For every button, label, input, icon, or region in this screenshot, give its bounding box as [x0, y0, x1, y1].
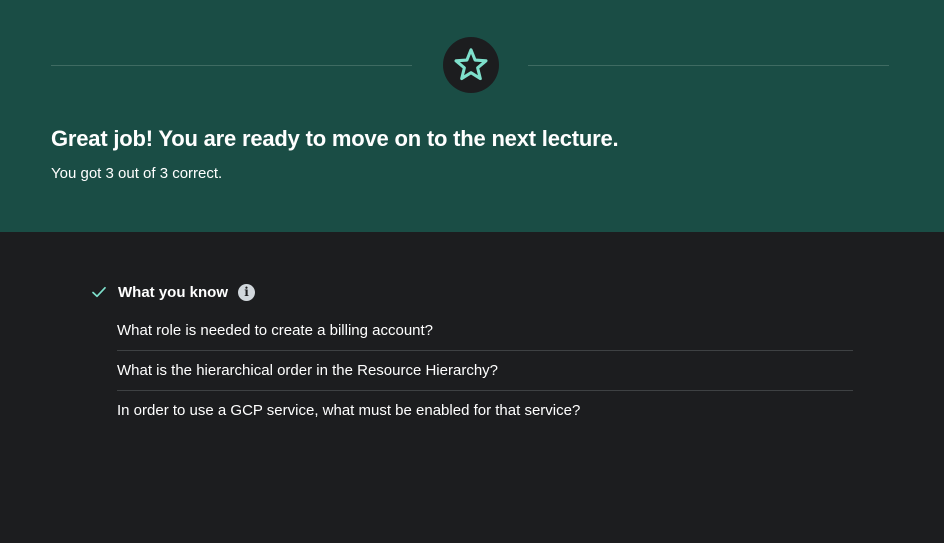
star-badge [443, 37, 499, 93]
check-icon [92, 286, 106, 298]
result-banner: Great job! You are ready to move on to t… [0, 0, 944, 232]
info-icon[interactable]: i [238, 283, 255, 301]
divider-left [51, 65, 412, 66]
star-icon [454, 48, 488, 81]
question-item: In order to use a GCP service, what must… [117, 402, 581, 419]
question-item: What is the hierarchical order in the Re… [117, 351, 853, 391]
result-title: Great job! You are ready to move on to t… [51, 126, 619, 151]
what-you-know-title: What you know [118, 283, 228, 301]
question-item: What role is needed to create a billing … [117, 311, 853, 351]
what-you-know-header: What you know i [90, 280, 853, 304]
what-you-know-section: What you know i What role is needed to c… [90, 280, 853, 430]
divider-right [528, 65, 889, 66]
question-list: What role is needed to create a billing … [117, 311, 853, 430]
result-score: You got 3 out of 3 correct. [51, 165, 223, 182]
